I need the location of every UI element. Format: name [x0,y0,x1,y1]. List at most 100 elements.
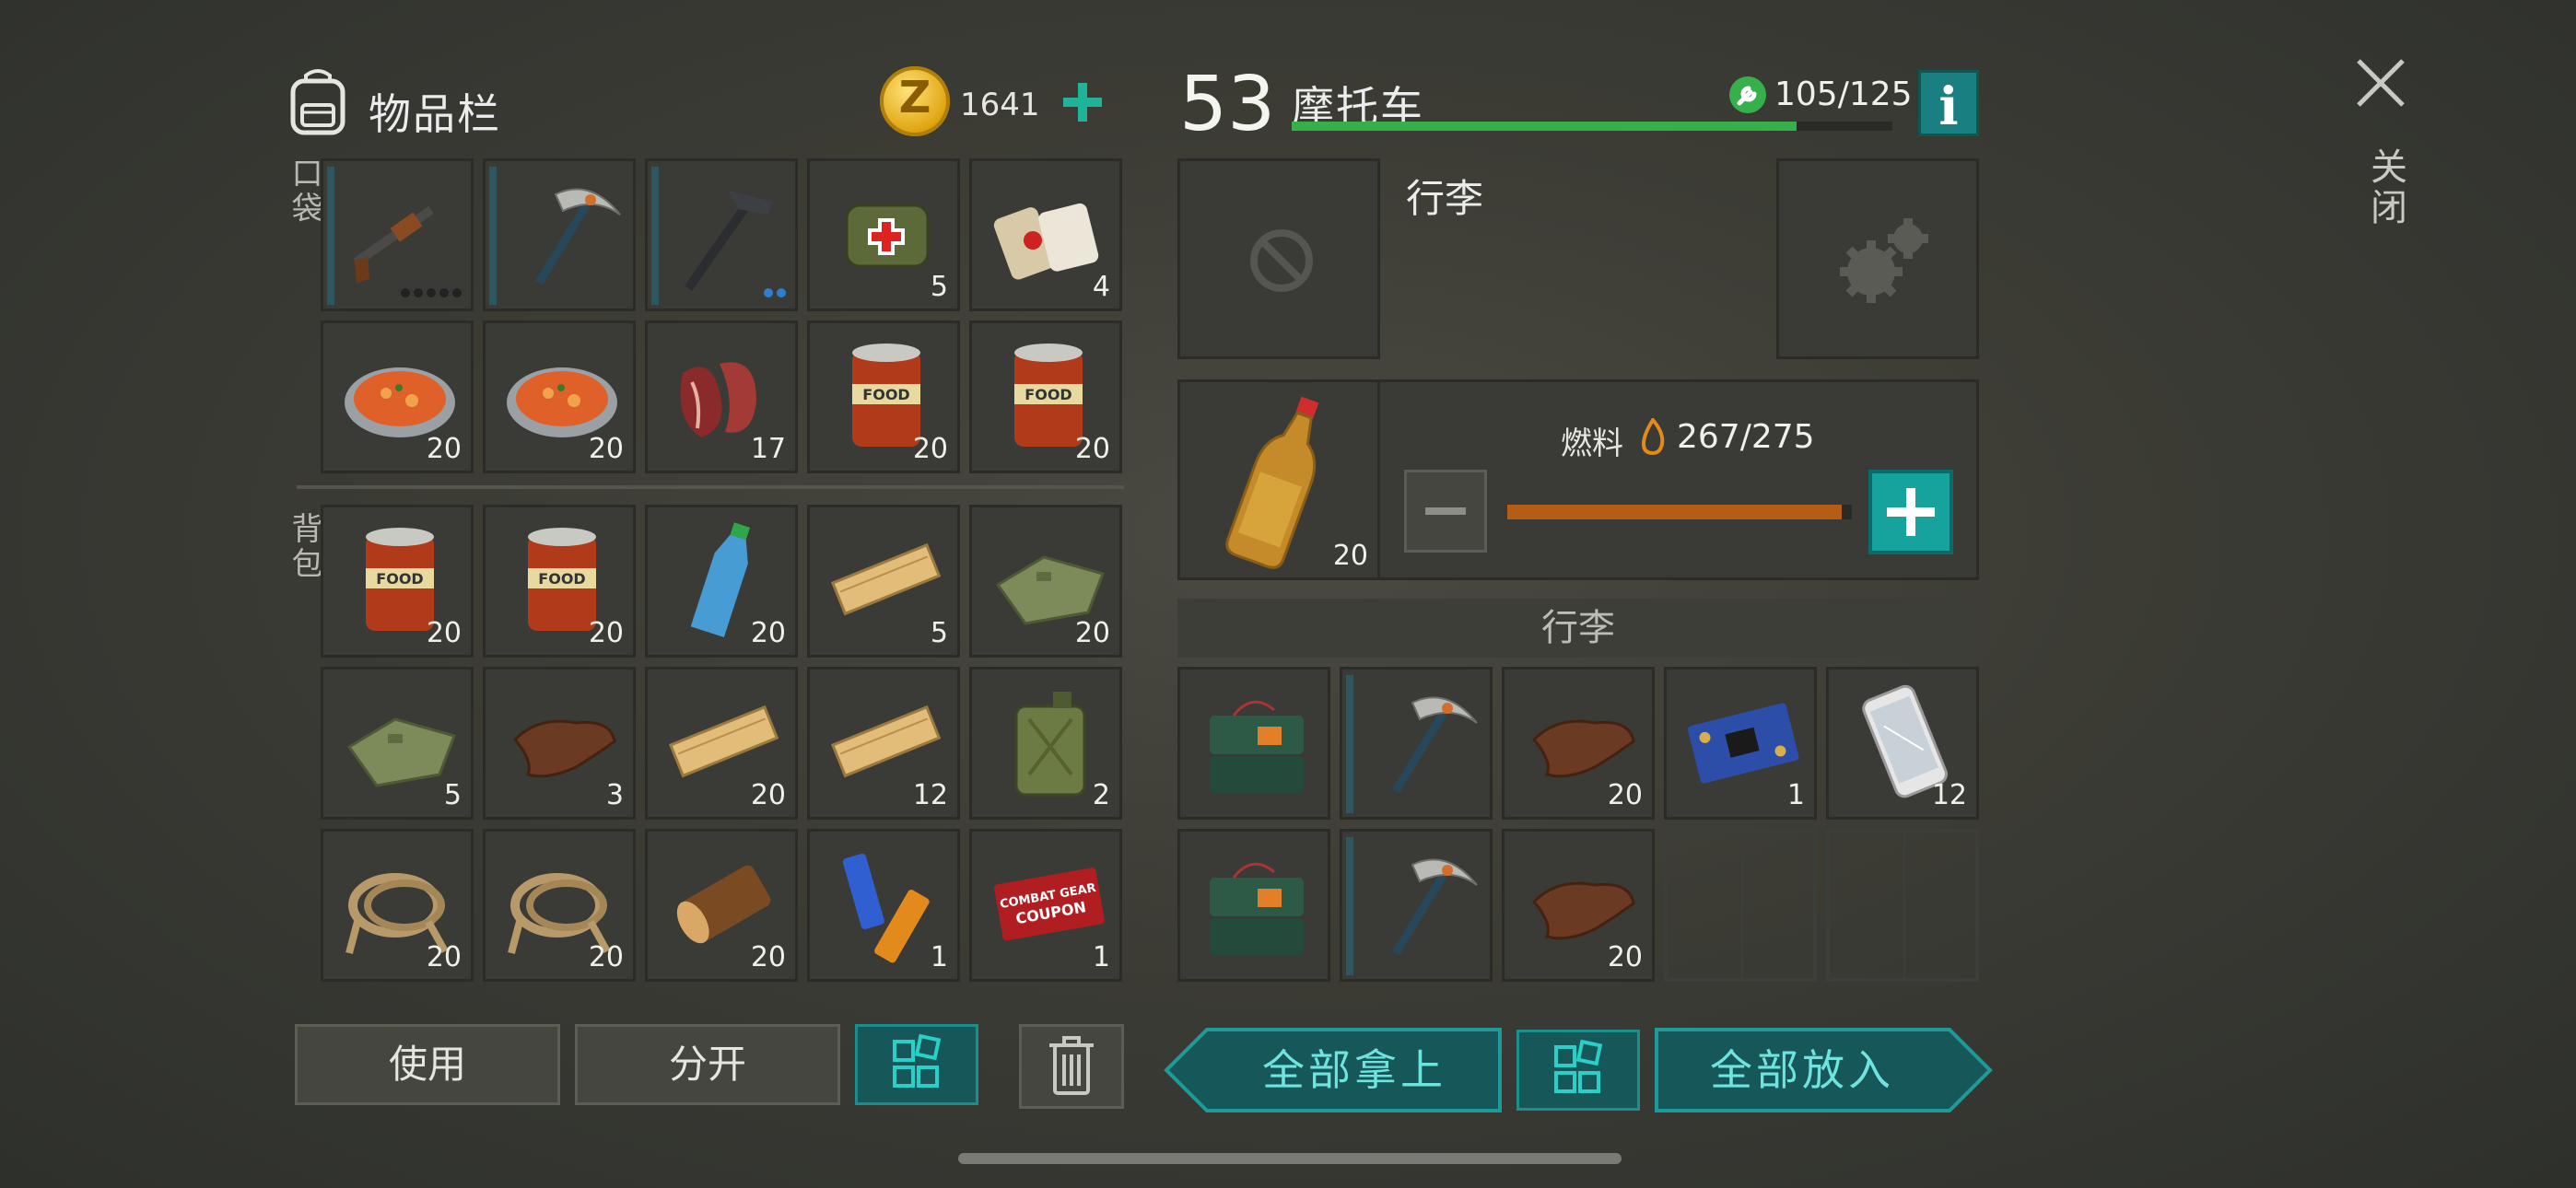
luggage-item-slot[interactable] [1664,829,1817,982]
fuel-decrease-button[interactable] [1404,470,1487,553]
durability-bar [651,167,659,305]
backpack-item-slot[interactable]: 20 [645,667,798,820]
ammo-indicator [764,288,786,297]
backpack-item-slot[interactable]: 2 [969,667,1122,820]
backpack-item-slot[interactable]: 12 [807,667,960,820]
home-indicator [958,1153,1622,1164]
pocket-item-slot[interactable]: 20 [321,320,474,473]
item-count: 20 [1074,433,1110,465]
luggage-item-slot[interactable]: 12 [1826,667,1979,820]
ammo-dot [401,288,410,297]
backpack-item-slot[interactable]: 20 [483,829,636,982]
fuel-label: 燃料 [1561,425,1623,462]
luggage-item-slot[interactable] [1177,667,1330,820]
luggage-item-slot[interactable]: 20 [1502,829,1655,982]
fuel-increase-button[interactable] [1868,470,1953,554]
backpack-item-slot[interactable]: 20 [969,505,1122,658]
durability-bar [327,167,334,305]
backpack-item-slot[interactable]: 5 [321,667,474,820]
backpack-item-slot[interactable]: FOOD 20 [321,505,474,658]
pocket-item-slot[interactable] [483,158,636,311]
luggage-item-slot[interactable]: 20 [1502,667,1655,820]
vehicle-durability-fill [1292,122,1797,131]
pocket-item-slot[interactable] [645,158,798,311]
bandage-icon [993,203,1099,280]
pocket-item-slot[interactable]: 20 [483,320,636,473]
backpack-item-slot[interactable]: COMBAT GEAR COUPON 1 [969,829,1122,982]
svg-text:FOOD: FOOD [376,570,423,588]
item-count: 2 [1092,779,1110,811]
fuel-item-slot[interactable]: 20 [1177,379,1380,580]
item-count: 20 [426,433,462,465]
sort-grid-button[interactable] [855,1024,978,1105]
ammo-dot [764,288,773,297]
use-button[interactable]: 使用 [295,1024,560,1105]
item-count: 5 [443,779,462,811]
pickaxe-icon [1392,858,1478,956]
durability-bar [489,167,497,305]
item-count: 20 [588,433,624,465]
info-button[interactable]: i [1918,70,1979,137]
backpack-item-slot[interactable]: 20 [645,505,798,658]
item-count: 5 [930,617,948,649]
cloth-icon [346,717,456,787]
luggage-item-slot[interactable] [1826,829,1979,982]
item-count: 4 [1092,271,1110,303]
backpack-item-slot[interactable]: FOOD 20 [483,505,636,658]
close-icon[interactable] [2355,57,2406,109]
coin-count: 1641 [960,87,1040,123]
close-label[interactable]: 关闭 [2359,147,2412,228]
luggage-header: 行李 [1177,599,1979,658]
wrench-icon [1729,76,1766,113]
luggage-sort-button[interactable] [1516,1030,1640,1111]
equipment-slot[interactable] [1177,158,1380,359]
pocket-item-slot[interactable]: FOOD 20 [807,320,960,473]
put-all-button[interactable]: 全部放入 [1655,1030,1950,1111]
backpack-item-slot[interactable]: 1 [807,829,960,982]
luggage-title: 行李 [1406,176,1484,221]
backpack-item-slot[interactable]: 20 [321,829,474,982]
svg-text:FOOD: FOOD [538,570,585,588]
pickaxe-icon [1392,696,1478,794]
blocked-icon [1250,229,1313,292]
item-count: 12 [912,779,948,811]
ammo-dot [427,288,436,297]
luggage-item-slot[interactable]: 1 [1664,667,1817,820]
pocket-item-slot[interactable]: 17 [645,320,798,473]
leather-icon [512,719,616,778]
fuel-item-count: 20 [1332,540,1368,572]
luggage-item-slot[interactable] [1340,829,1493,982]
item-count: 20 [426,617,462,649]
backpack-item-slot[interactable]: 20 [645,829,798,982]
pickaxe-icon [535,188,621,285]
pocket-item-slot[interactable]: 5 [807,158,960,311]
item-count: 20 [912,433,948,465]
pocket-item-slot[interactable]: FOOD 20 [969,320,1122,473]
item-count: 20 [588,941,624,973]
item-count: 1 [930,941,948,973]
minus-icon [1425,507,1466,515]
durability-bar [1346,675,1353,813]
item-count: 20 [750,779,786,811]
settings-slot[interactable] [1776,158,1979,359]
pocket-item-slot[interactable] [321,158,474,311]
backpack-item-slot[interactable]: 5 [807,505,960,658]
luggage-item-slot[interactable] [1177,829,1330,982]
grid-icon [893,1033,942,1088]
pocket-item-slot[interactable]: 4 [969,158,1122,311]
backpack-icon [290,69,345,135]
trash-button[interactable] [1019,1024,1124,1109]
backpack-item-slot[interactable]: 3 [483,667,636,820]
circuit-board-icon [1687,703,1799,784]
split-button[interactable]: 分开 [575,1024,840,1105]
take-all-button[interactable]: 全部拿上 [1207,1030,1502,1111]
fuel-bar[interactable] [1507,505,1852,519]
durability-bar [1346,837,1353,975]
item-count: 1 [1092,941,1110,973]
item-count: 17 [750,433,786,465]
item-count: 1 [1786,779,1805,811]
vehicle-durability-text: 105/125 [1774,76,1913,113]
add-coins-button[interactable] [1061,81,1104,123]
ammo-indicator [401,288,462,297]
luggage-item-slot[interactable] [1340,667,1493,820]
